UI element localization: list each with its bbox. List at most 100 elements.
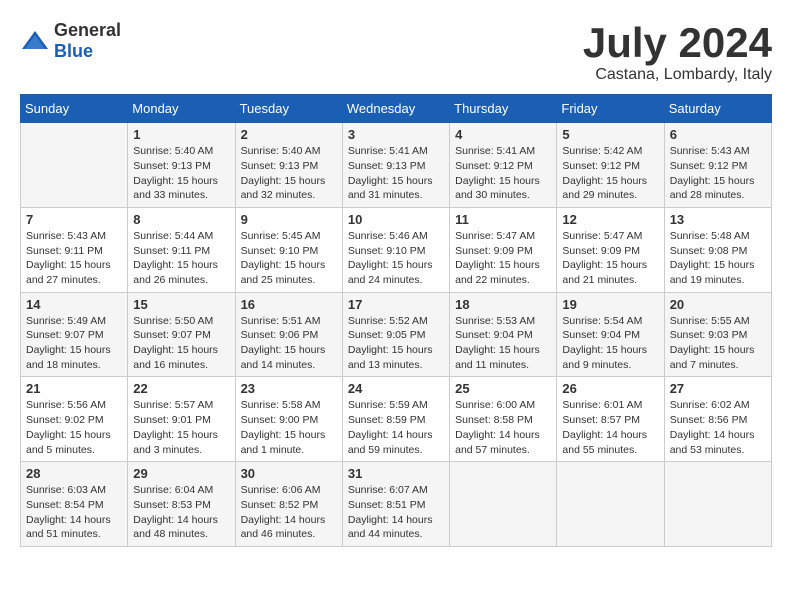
day-info: Sunrise: 5:59 AMSunset: 8:59 PMDaylight:… — [348, 398, 444, 457]
day-info: Sunrise: 5:58 AMSunset: 9:00 PMDaylight:… — [241, 398, 337, 457]
calendar-cell: 7 Sunrise: 5:43 AMSunset: 9:11 PMDaylight… — [21, 207, 128, 292]
calendar-cell: 4 Sunrise: 5:41 AMSunset: 9:12 PMDaylight… — [450, 123, 557, 208]
day-info: Sunrise: 5:47 AMSunset: 9:09 PMDaylight:… — [455, 229, 551, 288]
calendar-cell: 17 Sunrise: 5:52 AMSunset: 9:05 PMDayligh… — [342, 292, 449, 377]
day-info: Sunrise: 5:40 AMSunset: 9:13 PMDaylight:… — [133, 144, 229, 203]
logo-text: General Blue — [54, 20, 121, 62]
day-info: Sunrise: 5:43 AMSunset: 9:11 PMDaylight:… — [26, 229, 122, 288]
day-info: Sunrise: 6:02 AMSunset: 8:56 PMDaylight:… — [670, 398, 766, 457]
title-section: July 2024 Castana, Lombardy, Italy — [583, 20, 772, 84]
day-number: 11 — [455, 212, 551, 227]
day-info: Sunrise: 5:57 AMSunset: 9:01 PMDaylight:… — [133, 398, 229, 457]
month-year-title: July 2024 — [583, 20, 772, 66]
calendar-week-row: 28Sunrise: 6:03 AMSunset: 8:54 PMDayligh… — [21, 462, 772, 547]
calendar-cell: 24 Sunrise: 5:59 AMSunset: 8:59 PMDayligh… — [342, 377, 449, 462]
calendar-week-row: 21Sunrise: 5:56 AMSunset: 9:02 PMDayligh… — [21, 377, 772, 462]
calendar-cell: 28Sunrise: 6:03 AMSunset: 8:54 PMDayligh… — [21, 462, 128, 547]
calendar-cell: 1 Sunrise: 5:40 AMSunset: 9:13 PMDaylight… — [128, 123, 235, 208]
day-info: Sunrise: 5:52 AMSunset: 9:05 PMDaylight:… — [348, 314, 444, 373]
day-number: 30 — [241, 466, 337, 481]
day-number: 22 — [133, 381, 229, 396]
day-info: Sunrise: 5:51 AMSunset: 9:06 PMDaylight:… — [241, 314, 337, 373]
calendar-cell: 25 Sunrise: 6:00 AMSunset: 8:58 PMDayligh… — [450, 377, 557, 462]
day-number: 7 — [26, 212, 122, 227]
header-thursday: Thursday — [450, 95, 557, 123]
day-number: 4 — [455, 127, 551, 142]
day-number: 24 — [348, 381, 444, 396]
calendar-week-row: 7 Sunrise: 5:43 AMSunset: 9:11 PMDaylight… — [21, 207, 772, 292]
day-info: Sunrise: 6:04 AMSunset: 8:53 PMDaylight:… — [133, 483, 229, 542]
day-number: 12 — [562, 212, 658, 227]
calendar-cell: 6Sunrise: 5:43 AMSunset: 9:12 PMDaylight… — [664, 123, 771, 208]
calendar-cell: 5 Sunrise: 5:42 AMSunset: 9:12 PMDaylight… — [557, 123, 664, 208]
day-info: Sunrise: 5:40 AMSunset: 9:13 PMDaylight:… — [241, 144, 337, 203]
calendar-cell: 12 Sunrise: 5:47 AMSunset: 9:09 PMDayligh… — [557, 207, 664, 292]
day-info: Sunrise: 6:01 AMSunset: 8:57 PMDaylight:… — [562, 398, 658, 457]
header-saturday: Saturday — [664, 95, 771, 123]
day-info: Sunrise: 6:03 AMSunset: 8:54 PMDaylight:… — [26, 483, 122, 542]
calendar-cell: 31 Sunrise: 6:07 AMSunset: 8:51 PMDayligh… — [342, 462, 449, 547]
day-number: 1 — [133, 127, 229, 142]
day-number: 31 — [348, 466, 444, 481]
calendar-cell: 10 Sunrise: 5:46 AMSunset: 9:10 PMDayligh… — [342, 207, 449, 292]
header-wednesday: Wednesday — [342, 95, 449, 123]
logo: General Blue — [20, 20, 121, 62]
day-number: 16 — [241, 297, 337, 312]
day-number: 27 — [670, 381, 766, 396]
day-number: 6 — [670, 127, 766, 142]
day-info: Sunrise: 5:55 AMSunset: 9:03 PMDaylight:… — [670, 314, 766, 373]
day-number: 25 — [455, 381, 551, 396]
logo-icon — [20, 29, 50, 53]
day-info: Sunrise: 5:42 AMSunset: 9:12 PMDaylight:… — [562, 144, 658, 203]
calendar-cell: 18Sunrise: 5:53 AMSunset: 9:04 PMDayligh… — [450, 292, 557, 377]
calendar-cell — [664, 462, 771, 547]
header-tuesday: Tuesday — [235, 95, 342, 123]
day-number: 21 — [26, 381, 122, 396]
day-info: Sunrise: 5:41 AMSunset: 9:13 PMDaylight:… — [348, 144, 444, 203]
header-friday: Friday — [557, 95, 664, 123]
day-number: 2 — [241, 127, 337, 142]
header-monday: Monday — [128, 95, 235, 123]
day-number: 13 — [670, 212, 766, 227]
calendar-cell — [557, 462, 664, 547]
day-number: 20 — [670, 297, 766, 312]
calendar-cell: 9 Sunrise: 5:45 AMSunset: 9:10 PMDaylight… — [235, 207, 342, 292]
day-number: 5 — [562, 127, 658, 142]
day-info: Sunrise: 6:00 AMSunset: 8:58 PMDaylight:… — [455, 398, 551, 457]
calendar-cell: 16 Sunrise: 5:51 AMSunset: 9:06 PMDayligh… — [235, 292, 342, 377]
day-info: Sunrise: 5:46 AMSunset: 9:10 PMDaylight:… — [348, 229, 444, 288]
calendar-cell: 3 Sunrise: 5:41 AMSunset: 9:13 PMDaylight… — [342, 123, 449, 208]
calendar-cell: 23Sunrise: 5:58 AMSunset: 9:00 PMDayligh… — [235, 377, 342, 462]
day-info: Sunrise: 5:45 AMSunset: 9:10 PMDaylight:… — [241, 229, 337, 288]
day-number: 9 — [241, 212, 337, 227]
calendar-cell: 15Sunrise: 5:50 AMSunset: 9:07 PMDayligh… — [128, 292, 235, 377]
calendar-cell — [21, 123, 128, 208]
calendar-cell — [450, 462, 557, 547]
day-info: Sunrise: 5:54 AMSunset: 9:04 PMDaylight:… — [562, 314, 658, 373]
day-number: 29 — [133, 466, 229, 481]
calendar-cell: 20 Sunrise: 5:55 AMSunset: 9:03 PMDayligh… — [664, 292, 771, 377]
logo-general: General — [54, 20, 121, 40]
day-info: Sunrise: 5:47 AMSunset: 9:09 PMDaylight:… — [562, 229, 658, 288]
day-number: 3 — [348, 127, 444, 142]
day-number: 10 — [348, 212, 444, 227]
header-sunday: Sunday — [21, 95, 128, 123]
calendar-cell: 14Sunrise: 5:49 AMSunset: 9:07 PMDayligh… — [21, 292, 128, 377]
calendar-cell: 13 Sunrise: 5:48 AMSunset: 9:08 PMDayligh… — [664, 207, 771, 292]
page-header: General Blue July 2024 Castana, Lombardy… — [20, 20, 772, 84]
calendar-cell: 27 Sunrise: 6:02 AMSunset: 8:56 PMDayligh… — [664, 377, 771, 462]
location-subtitle: Castana, Lombardy, Italy — [583, 66, 772, 84]
day-number: 8 — [133, 212, 229, 227]
day-number: 17 — [348, 297, 444, 312]
day-number: 26 — [562, 381, 658, 396]
day-info: Sunrise: 5:44 AMSunset: 9:11 PMDaylight:… — [133, 229, 229, 288]
day-info: Sunrise: 5:50 AMSunset: 9:07 PMDaylight:… — [133, 314, 229, 373]
calendar-cell: 26 Sunrise: 6:01 AMSunset: 8:57 PMDayligh… — [557, 377, 664, 462]
calendar-header-row: SundayMondayTuesdayWednesdayThursdayFrid… — [21, 95, 772, 123]
calendar-week-row: 1 Sunrise: 5:40 AMSunset: 9:13 PMDaylight… — [21, 123, 772, 208]
day-info: Sunrise: 6:07 AMSunset: 8:51 PMDaylight:… — [348, 483, 444, 542]
calendar-cell: 30Sunrise: 6:06 AMSunset: 8:52 PMDayligh… — [235, 462, 342, 547]
day-info: Sunrise: 5:41 AMSunset: 9:12 PMDaylight:… — [455, 144, 551, 203]
day-info: Sunrise: 5:48 AMSunset: 9:08 PMDaylight:… — [670, 229, 766, 288]
calendar-cell: 29 Sunrise: 6:04 AMSunset: 8:53 PMDayligh… — [128, 462, 235, 547]
